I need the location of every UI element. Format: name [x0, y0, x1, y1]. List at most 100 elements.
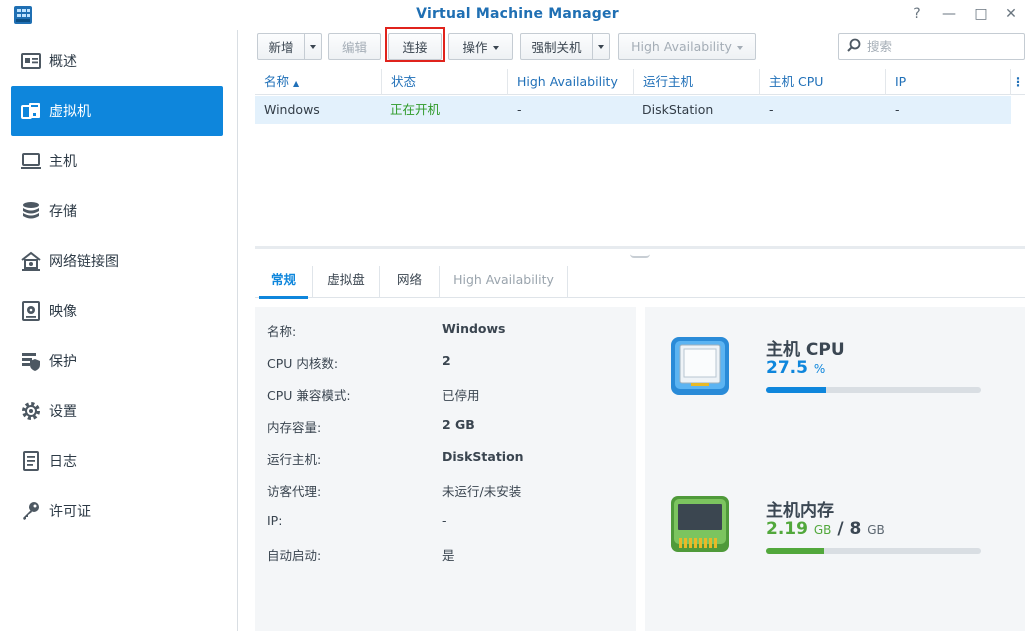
- tab-virtual-disk[interactable]: 虚拟盘: [313, 266, 380, 298]
- window-title: Virtual Machine Manager: [416, 6, 619, 22]
- sidebar-item-network[interactable]: 网络链接图: [11, 236, 223, 286]
- host-icon: [19, 149, 43, 173]
- sidebar-item-image[interactable]: 映像: [11, 286, 223, 336]
- cell-name: Windows: [264, 102, 320, 117]
- host-cpu-number: 27.5: [766, 358, 808, 378]
- value-running-host: DiskStation: [442, 449, 524, 464]
- force-shutdown-button[interactable]: 强制关机: [520, 33, 593, 60]
- title-bar: Virtual Machine Manager ? — □ ✕: [0, 0, 1035, 30]
- maximize-icon[interactable]: □: [972, 5, 990, 23]
- minimize-icon[interactable]: —: [940, 5, 958, 23]
- highlight-frame: [385, 27, 445, 62]
- sort-ascending-icon: ▲: [293, 79, 300, 88]
- storage-icon: [19, 199, 43, 223]
- close-icon[interactable]: ✕: [1002, 5, 1020, 23]
- column-header-name[interactable]: 名称 ▲: [255, 69, 382, 95]
- label-ip: IP:: [267, 513, 283, 528]
- value-cpu-compat: 已停用: [442, 388, 480, 403]
- host-cpu-usage-fill: [766, 387, 827, 393]
- image-icon: [19, 299, 43, 323]
- label-memory: 内存容量:: [267, 420, 322, 435]
- sidebar-item-license[interactable]: 许可证: [11, 486, 223, 536]
- help-icon[interactable]: ?: [908, 5, 926, 23]
- sidebar-item-label: 映像: [49, 304, 77, 320]
- label-running-host: 运行主机:: [267, 452, 322, 467]
- sidebar: 概述 虚拟机 主机 存储 网络链接图 映像 保护 设置 日志 许可证: [0, 30, 238, 631]
- protection-icon: [19, 349, 43, 373]
- splitter-handle-icon[interactable]: [630, 254, 650, 258]
- memory-total-unit: GB: [867, 523, 885, 537]
- cell-host-cpu: -: [769, 102, 774, 117]
- tab-high-availability[interactable]: High Availability: [440, 266, 568, 298]
- host-memory-value: 2.19 GB / 8 GB: [766, 519, 885, 539]
- sidebar-item-label: 主机: [49, 154, 77, 170]
- memory-chip-icon: [669, 494, 731, 560]
- sidebar-item-label: 设置: [49, 404, 77, 420]
- cell-high-availability: -: [517, 102, 522, 117]
- sidebar-item-label: 许可证: [49, 504, 91, 520]
- search-icon: [847, 38, 861, 56]
- edit-button[interactable]: 编辑: [328, 33, 381, 60]
- panel-splitter[interactable]: [255, 246, 1025, 249]
- chevron-down-icon: [598, 44, 604, 49]
- label-cpu-cores: CPU 内核数:: [267, 356, 339, 371]
- column-header-host[interactable]: 运行主机: [634, 69, 760, 95]
- memory-separator: /: [837, 519, 844, 539]
- memory-used-number: 2.19: [766, 519, 808, 539]
- detail-tabs: 常规 虚拟盘 网络 High Availability: [255, 266, 1025, 299]
- high-availability-button[interactable]: High Availability: [618, 33, 756, 60]
- force-shutdown-dropdown-button[interactable]: [593, 33, 610, 60]
- memory-total-number: 8: [849, 519, 862, 539]
- sidebar-item-host[interactable]: 主机: [11, 136, 223, 186]
- sidebar-item-storage[interactable]: 存储: [11, 186, 223, 236]
- search-input[interactable]: [867, 39, 1017, 54]
- sidebar-item-label: 虚拟机: [49, 104, 91, 120]
- column-header-host-cpu[interactable]: 主机 CPU: [760, 69, 886, 95]
- cell-ip: -: [895, 102, 900, 117]
- sidebar-item-log[interactable]: 日志: [11, 436, 223, 486]
- host-cpu-title: 主机 CPU: [766, 340, 845, 360]
- host-cpu-usage-bar: [766, 387, 981, 393]
- value-memory: 2 GB: [442, 417, 475, 432]
- sidebar-item-label: 日志: [49, 454, 77, 470]
- general-info-panel: 名称: Windows CPU 内核数: 2 CPU 兼容模式: 已停用 内存容…: [255, 307, 636, 631]
- chevron-down-icon: [736, 45, 743, 50]
- table-row[interactable]: Windows 正在开机 - DiskStation - -: [255, 96, 1011, 124]
- value-cpu-cores: 2: [442, 353, 451, 368]
- label-cpu-compat: CPU 兼容模式:: [267, 388, 351, 403]
- column-header-label: 名称: [264, 74, 290, 89]
- chevron-down-icon: [492, 45, 499, 50]
- column-header-ip[interactable]: IP: [886, 69, 1011, 95]
- sidebar-item-label: 网络链接图: [49, 254, 119, 270]
- host-memory-usage-bar: [766, 548, 981, 554]
- create-button[interactable]: 新增: [257, 33, 305, 60]
- label-guest-agent: 访客代理:: [267, 484, 322, 499]
- sidebar-item-label: 存储: [49, 204, 77, 220]
- log-icon: [19, 449, 43, 473]
- column-menu-icon[interactable]: ⋮: [1012, 75, 1024, 89]
- tab-general[interactable]: 常规: [255, 266, 313, 299]
- action-button[interactable]: 操作: [448, 33, 513, 60]
- sidebar-item-label: 保护: [49, 354, 77, 370]
- column-header-status[interactable]: 状态: [382, 69, 508, 95]
- sidebar-item-protection[interactable]: 保护: [11, 336, 223, 386]
- sidebar-item-settings[interactable]: 设置: [11, 386, 223, 436]
- virtual-machine-icon: [19, 99, 43, 123]
- gear-icon: [19, 399, 43, 423]
- sidebar-item-overview[interactable]: 概述: [11, 36, 223, 86]
- memory-used-unit: GB: [813, 523, 832, 537]
- overview-icon: [19, 49, 43, 73]
- tab-network[interactable]: 网络: [380, 266, 440, 298]
- host-resource-panel: 主机 CPU 27.5 % 主机内存 2.19 GB / 8 GB: [645, 307, 1025, 631]
- network-icon: [19, 249, 43, 273]
- chevron-down-icon: [310, 44, 316, 49]
- sidebar-item-virtual-machine[interactable]: 虚拟机: [11, 86, 223, 136]
- create-dropdown-button[interactable]: [305, 33, 322, 60]
- cell-host: DiskStation: [642, 102, 714, 117]
- column-header-high-availability[interactable]: High Availability: [508, 69, 634, 95]
- search-box[interactable]: [838, 33, 1025, 60]
- value-ip: -: [442, 513, 447, 528]
- value-guest-agent: 未运行/未安装: [442, 484, 522, 499]
- cell-status: 正在开机: [390, 102, 441, 117]
- label-autostart: 自动启动:: [267, 548, 322, 563]
